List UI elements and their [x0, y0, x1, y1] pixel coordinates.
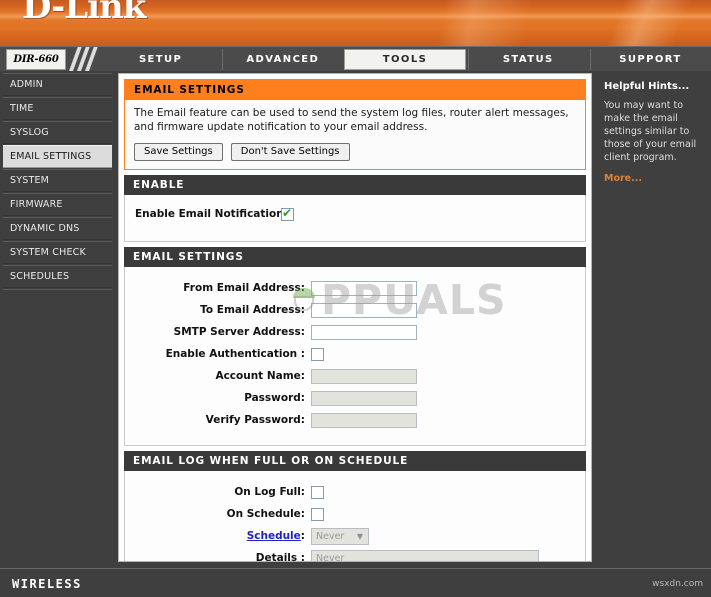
main-navigation: DIR-660 SETUP ADVANCED TOOLS STATUS SUPP… [0, 46, 711, 72]
verify-password-label: Verify Password: [205, 414, 305, 427]
to-email-input[interactable] [311, 302, 417, 318]
sidebar-item-firmware[interactable]: FIRMWARE [3, 193, 112, 216]
verify-password-input[interactable] [311, 412, 417, 428]
email-log-panel: EMAIL LOG WHEN FULL OR ON SCHEDULE On Lo… [124, 450, 586, 562]
account-name-label: Account Name: [215, 370, 305, 383]
password-label: Password: [244, 392, 305, 405]
intro-description: The Email feature can be used to send th… [134, 107, 569, 133]
helpful-hints-panel: Helpful Hints... You may want to make th… [596, 73, 709, 562]
enable-auth-checkbox[interactable] [311, 347, 324, 361]
tab-advanced[interactable]: ADVANCED [222, 49, 343, 70]
schedule-select[interactable]: Never ▼ [311, 527, 369, 545]
enable-panel: ENABLE Enable Email Notification : [124, 174, 586, 242]
schedule-label-group: Schedule: [135, 530, 311, 542]
dlink-logo: D-Link [22, 0, 146, 27]
account-name-row: Account Name: [135, 367, 575, 386]
email-settings-panel-title: EMAIL SETTINGS [124, 246, 586, 267]
enable-notification-row: Enable Email Notification : [135, 205, 575, 224]
enable-auth-row: Enable Authentication : [135, 345, 575, 364]
on-schedule-label: On Schedule: [226, 508, 305, 521]
email-log-panel-title: EMAIL LOG WHEN FULL OR ON SCHEDULE [124, 450, 586, 471]
main-panel: EMAIL SETTINGS The Email feature can be … [118, 73, 592, 562]
tab-support[interactable]: SUPPORT [589, 49, 711, 70]
smtp-server-input[interactable] [311, 324, 417, 340]
password-input[interactable] [311, 390, 417, 406]
details-row: Details : Never [135, 549, 575, 562]
schedule-link[interactable]: Schedule [247, 530, 301, 542]
sidebar-item-syslog[interactable]: SYSLOG [3, 121, 112, 144]
sidebar-item-system[interactable]: SYSTEM [3, 169, 112, 192]
intro-panel: EMAIL SETTINGS The Email feature can be … [124, 79, 586, 170]
slash-decoration-icon [66, 47, 100, 72]
email-settings-panel: EMAIL SETTINGS From Email Address: To Em… [124, 246, 586, 446]
enable-auth-label: Enable Authentication : [165, 348, 305, 361]
sidebar-filler [3, 289, 112, 530]
details-input-value: Never [316, 552, 345, 562]
tools-sidebar: ADMIN TIME SYSLOG EMAIL SETTINGS SYSTEM … [0, 71, 114, 569]
sidebar-item-system-check[interactable]: SYSTEM CHECK [3, 241, 112, 264]
details-input[interactable]: Never [311, 549, 539, 562]
verify-password-row: Verify Password: [135, 411, 575, 430]
on-schedule-checkbox[interactable] [311, 507, 324, 521]
enable-panel-title: ENABLE [124, 174, 586, 195]
on-schedule-row: On Schedule: [135, 505, 575, 524]
tab-tools[interactable]: TOOLS [344, 49, 466, 70]
sidebar-item-dynamic-dns[interactable]: DYNAMIC DNS [3, 217, 112, 240]
footer-wireless-label: WIRELESS [12, 577, 82, 591]
from-email-input[interactable] [311, 280, 417, 296]
router-model-badge: DIR-660 [6, 49, 66, 70]
schedule-row: Schedule: Never ▼ [135, 527, 575, 546]
sidebar-item-admin[interactable]: ADMIN [3, 73, 112, 96]
from-email-row: From Email Address: [135, 279, 575, 298]
hints-title: Helpful Hints... [604, 81, 690, 92]
dont-save-settings-button[interactable]: Don't Save Settings [230, 142, 350, 161]
on-log-full-row: On Log Full: [135, 483, 575, 502]
brand-banner: D-Link [0, 0, 711, 46]
smtp-server-label: SMTP Server Address: [173, 326, 305, 339]
password-row: Password: [135, 389, 575, 408]
sidebar-item-time[interactable]: TIME [3, 97, 112, 120]
smtp-server-row: SMTP Server Address: [135, 323, 575, 342]
intro-button-row: Save Settings Don't Save Settings [134, 142, 576, 161]
hints-body: You may want to make the email settings … [604, 100, 697, 164]
page-footer: WIRELESS wsxdn.com [0, 568, 711, 597]
account-name-input[interactable] [311, 368, 417, 384]
on-log-full-checkbox[interactable] [311, 485, 324, 499]
tab-status[interactable]: STATUS [467, 49, 588, 70]
enable-notification-checkbox[interactable] [281, 206, 294, 221]
chevron-down-icon: ▼ [356, 532, 364, 542]
content-area: ADMIN TIME SYSLOG EMAIL SETTINGS SYSTEM … [0, 71, 711, 569]
on-log-full-label: On Log Full: [234, 486, 305, 499]
enable-notification-label: Enable Email Notification : [135, 208, 292, 221]
sidebar-item-schedules[interactable]: SCHEDULES [3, 265, 112, 288]
schedule-select-value: Never [316, 530, 345, 542]
to-email-label: To Email Address: [200, 304, 305, 317]
from-email-label: From Email Address: [183, 282, 305, 295]
footer-credit: wsxdn.com [652, 579, 703, 589]
to-email-row: To Email Address: [135, 301, 575, 320]
schedule-colon: : [300, 530, 305, 543]
save-settings-button[interactable]: Save Settings [134, 142, 223, 161]
details-label: Details : [255, 552, 305, 562]
sidebar-item-email-settings[interactable]: EMAIL SETTINGS [3, 145, 112, 168]
intro-panel-title: EMAIL SETTINGS [125, 80, 585, 100]
hints-more-link[interactable]: More... [604, 173, 701, 184]
tab-setup[interactable]: SETUP [101, 49, 221, 70]
banner-swoosh [505, 0, 711, 46]
